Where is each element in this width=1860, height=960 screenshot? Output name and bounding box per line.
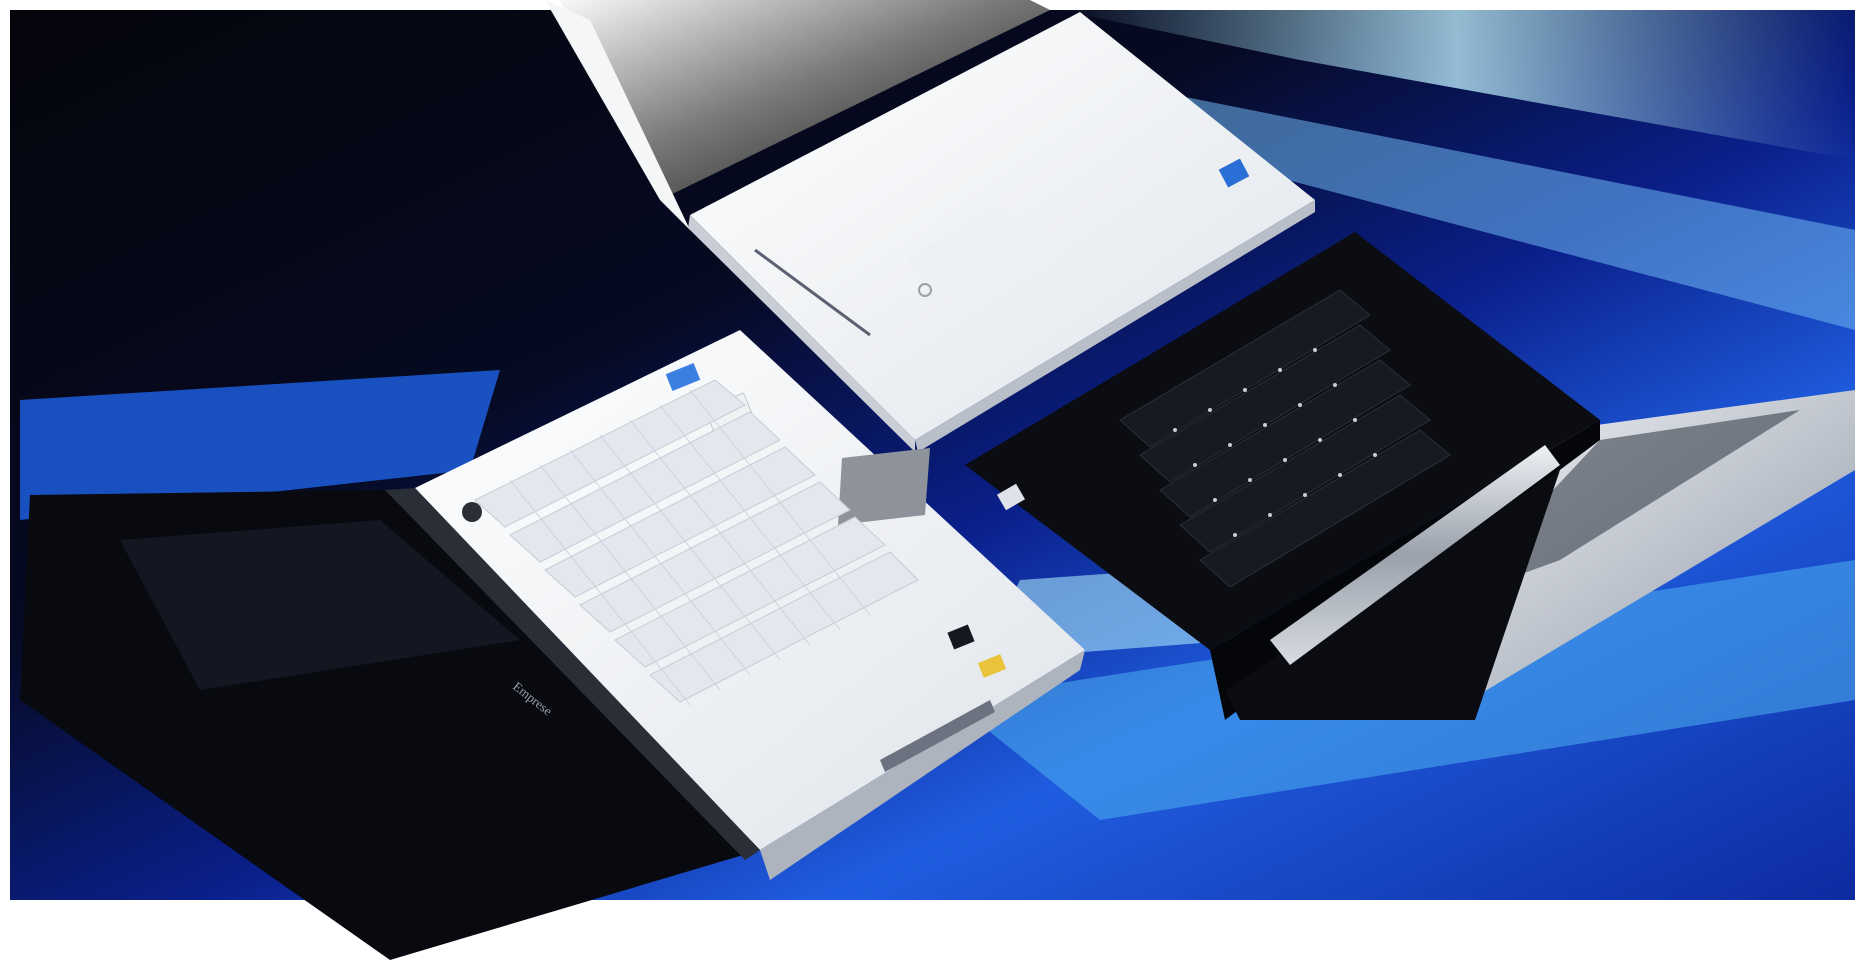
left-netbook-speaker <box>838 448 930 525</box>
gateway-logo <box>462 502 482 522</box>
netbooks-photo-canvas: Emprese <box>0 0 1860 960</box>
product-photo: Emprese <box>0 0 1860 960</box>
bottom-white-strip <box>0 900 1860 960</box>
